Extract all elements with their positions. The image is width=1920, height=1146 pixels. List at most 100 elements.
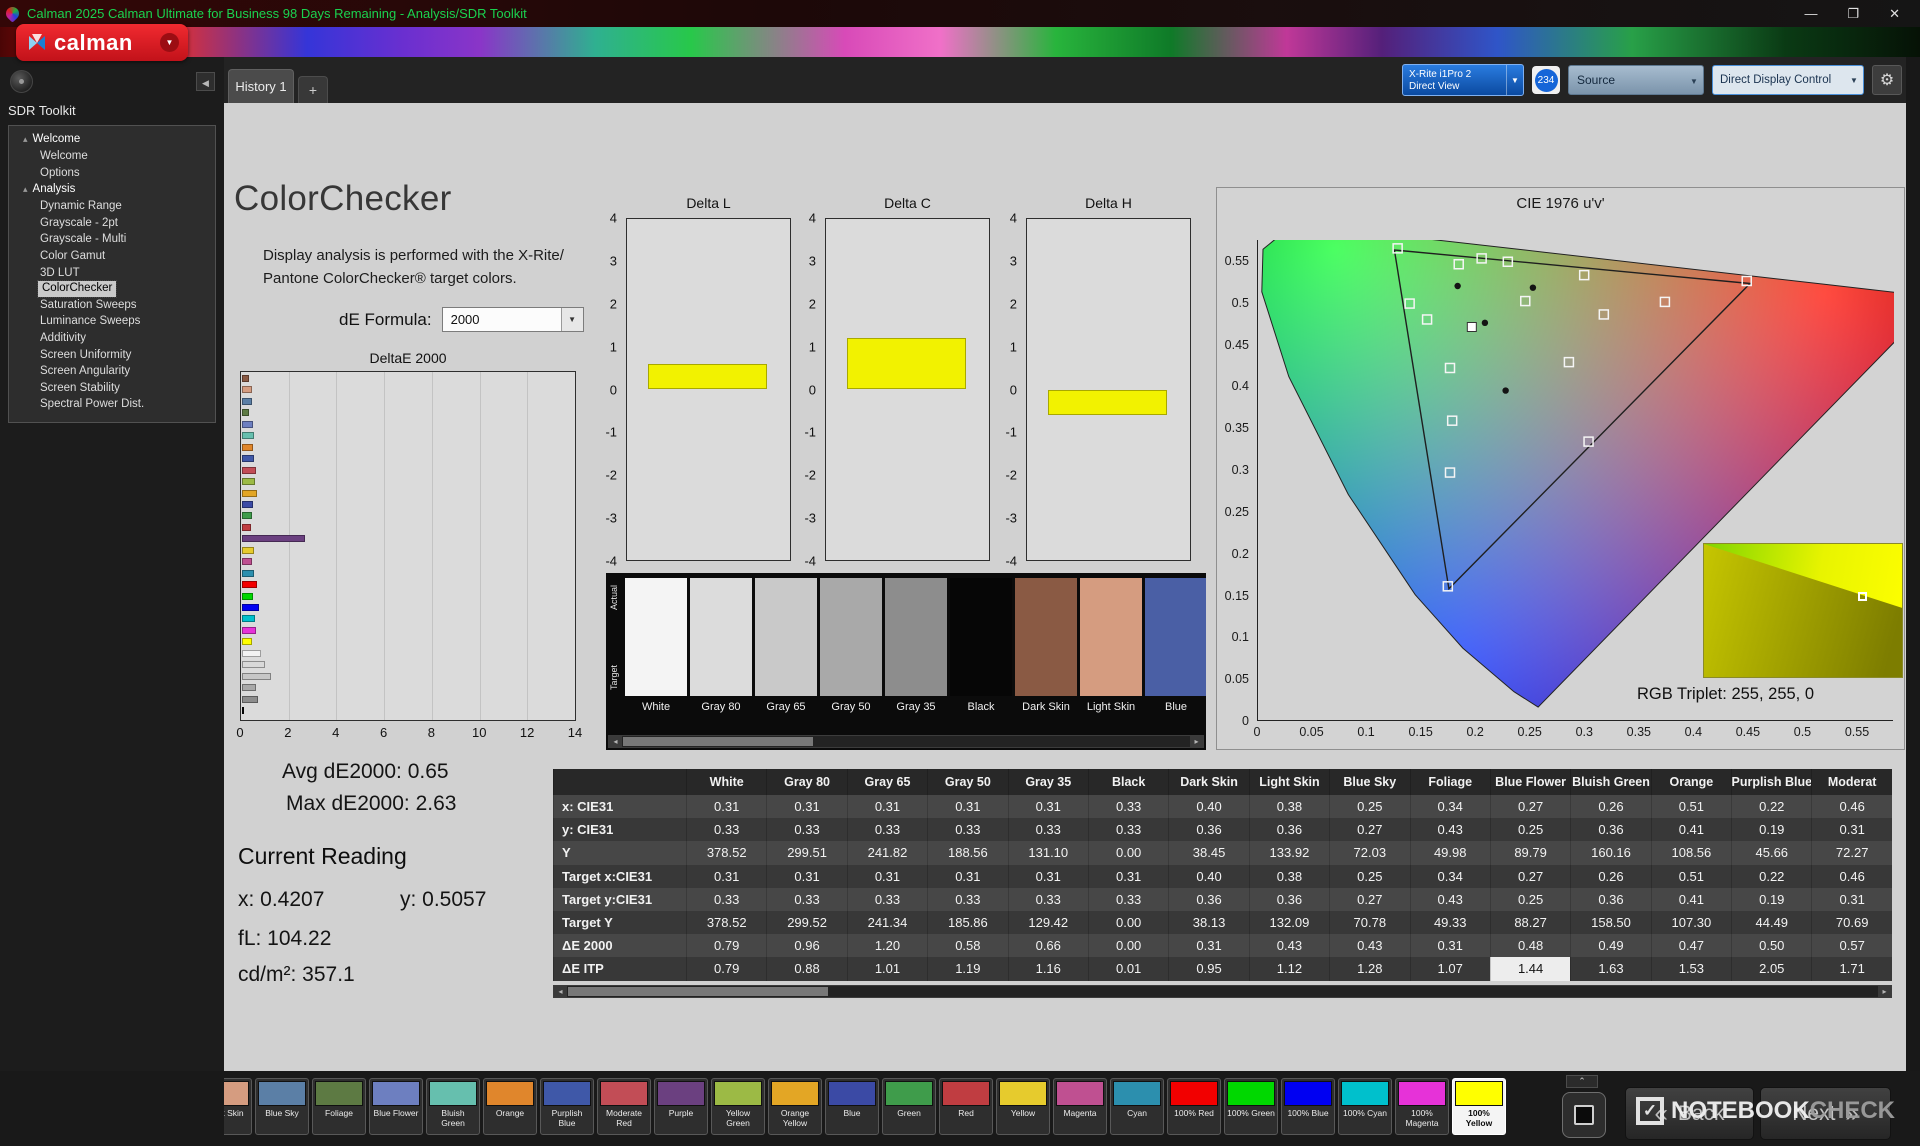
scrollbar-thumb[interactable]: [568, 987, 828, 996]
sidebar-item-dynamic-range[interactable]: Dynamic Range: [9, 198, 215, 215]
patch-label: Purple: [668, 1108, 694, 1118]
expand-patch-bar-button[interactable]: [1566, 1075, 1598, 1088]
table-cell: 0.41: [1650, 818, 1732, 842]
sidebar-item-color-gamut[interactable]: Color Gamut: [9, 248, 215, 265]
sidebar-item-screen-uniformity[interactable]: Screen Uniformity: [9, 347, 215, 364]
table-cell: 1.19: [927, 957, 1008, 981]
close-button[interactable]: ✕: [1889, 6, 1900, 22]
table-cell: 0.33: [686, 818, 767, 842]
gridline: [384, 372, 386, 720]
table-cell: 1.53: [1650, 957, 1732, 981]
minimize-button[interactable]: —: [1804, 6, 1817, 22]
table-cell: 0.31: [1409, 934, 1490, 958]
sidebar-tree: WelcomeWelcomeOptionsAnalysisDynamic Ran…: [8, 125, 216, 423]
logo-menu-caret-icon[interactable]: [160, 33, 179, 52]
table-cell: 2.05: [1731, 957, 1812, 981]
table-cell: 0.43: [1329, 934, 1410, 958]
stop-pattern-button[interactable]: [1562, 1092, 1606, 1138]
add-tab-button[interactable]: +: [298, 76, 328, 103]
patch-button-foliage[interactable]: Foliage: [312, 1078, 366, 1135]
swatch-scrollbar[interactable]: [608, 735, 1204, 748]
patch-button-cyan[interactable]: Cyan: [1110, 1078, 1164, 1135]
sidebar-item-grayscale-multi[interactable]: Grayscale - Multi: [9, 231, 215, 248]
title-bar: Calman 2025 Calman Ultimate for Business…: [0, 0, 1920, 27]
rgb-preview-marker: [1858, 591, 1868, 601]
de-formula-caret-icon[interactable]: [560, 308, 583, 331]
next-button[interactable]: Next »: [1760, 1087, 1891, 1140]
scrollbar-thumb[interactable]: [623, 737, 813, 746]
patch-button-100-green[interactable]: 100% Green: [1224, 1078, 1278, 1135]
meter-mode: Direct View: [1409, 80, 1460, 92]
table-cell: 0.51: [1650, 864, 1732, 888]
maximize-button[interactable]: ❐: [1847, 6, 1859, 22]
patch-button-100-cyan[interactable]: 100% Cyan: [1338, 1078, 1392, 1135]
patch-button-red[interactable]: Red: [939, 1078, 993, 1135]
display-control-dropdown[interactable]: Direct Display Control: [1712, 65, 1864, 95]
patch-button-100-magenta[interactable]: 100% Magenta: [1395, 1078, 1449, 1135]
column-header-black: Black: [1087, 769, 1169, 795]
table-cell: 0.33: [1007, 818, 1088, 842]
patch-button-100-yellow[interactable]: 100% Yellow: [1452, 1078, 1506, 1135]
sidebar-item-screen-stability[interactable]: Screen Stability: [9, 380, 215, 397]
patch-button-light-skin[interactable]: Light Skin: [224, 1078, 252, 1135]
back-button[interactable]: « Back: [1625, 1087, 1754, 1140]
sidebar-item-spectral-power-dist[interactable]: Spectral Power Dist.: [9, 396, 215, 413]
patch-button-orange-yellow[interactable]: Orange Yellow: [768, 1078, 822, 1135]
session-icon[interactable]: [10, 70, 33, 93]
de-bar-yellow: [242, 546, 255, 554]
sidebar-item-saturation-sweeps[interactable]: Saturation Sweeps: [9, 297, 215, 314]
scroll-right-icon[interactable]: [1190, 736, 1203, 747]
sidebar-item-additivity[interactable]: Additivity: [9, 330, 215, 347]
table-cell: 378.52: [686, 910, 767, 935]
patch-button-purple[interactable]: Purple: [654, 1078, 708, 1135]
table-cell: 1.44: [1489, 957, 1571, 981]
source-dropdown[interactable]: Source: [1568, 65, 1704, 95]
tree-section-welcome[interactable]: Welcome: [9, 131, 215, 148]
patch-button-blue[interactable]: Blue: [825, 1078, 879, 1135]
sidebar-item-luminance-sweeps[interactable]: Luminance Sweeps: [9, 313, 215, 330]
table-cell: 133.92: [1248, 841, 1330, 865]
settings-gear-button[interactable]: [1872, 65, 1902, 95]
sidebar-item-screen-angularity[interactable]: Screen Angularity: [9, 363, 215, 380]
patch-button-magenta[interactable]: Magenta: [1053, 1078, 1107, 1135]
sidebar-item-3d-lut[interactable]: 3D LUT: [9, 265, 215, 282]
sidebar-item-colorchecker[interactable]: ColorChecker: [36, 280, 118, 298]
patch-label: Red: [958, 1108, 974, 1118]
de-formula-dropdown[interactable]: 2000: [441, 307, 584, 332]
sidebar-item-options[interactable]: Options: [9, 165, 215, 182]
table-scrollbar[interactable]: [553, 985, 1892, 998]
sidebar-item-welcome[interactable]: Welcome: [9, 148, 215, 165]
spectrum-strip: [0, 27, 1920, 57]
patch-swatch-gray-35: Gray 35: [885, 578, 947, 730]
patch-button-blue-sky[interactable]: Blue Sky: [255, 1078, 309, 1135]
de-bar-100-cyan: [242, 615, 255, 623]
meter-caret-icon[interactable]: [1506, 65, 1523, 95]
logo-text: calman: [54, 29, 133, 55]
table-cell: 1.20: [846, 934, 928, 958]
scroll-left-icon[interactable]: [554, 986, 567, 997]
patch-button-yellow[interactable]: Yellow: [996, 1078, 1050, 1135]
sidebar-item-grayscale-2pt[interactable]: Grayscale - 2pt: [9, 215, 215, 232]
scroll-left-icon[interactable]: [609, 736, 622, 747]
tab-history-1[interactable]: History 1: [228, 69, 294, 103]
patch-label: Yellow: [1010, 1108, 1036, 1118]
patch-button-moderate-red[interactable]: Moderate Red: [597, 1078, 651, 1135]
patch-button-100-red[interactable]: 100% Red: [1167, 1078, 1221, 1135]
patch-button-yellow-green[interactable]: Yellow Green: [711, 1078, 765, 1135]
sidebar-collapse-button[interactable]: [196, 72, 215, 91]
patch-button-100-blue[interactable]: 100% Blue: [1281, 1078, 1335, 1135]
meter-dropdown[interactable]: X-Rite i1Pro 2 Direct View: [1402, 64, 1524, 96]
table-cell: 0.26: [1570, 795, 1651, 819]
reading-x: x: 0.4207: [238, 888, 325, 911]
patch-button-green[interactable]: Green: [882, 1078, 936, 1135]
patch-button-purplish-blue[interactable]: Purplish Blue: [540, 1078, 594, 1135]
scroll-right-icon[interactable]: [1878, 986, 1891, 997]
cie-yaxis: 0 0.05 0.1 0.15 0.2 0.25 0.3 0.35 0.4 0.45 0.5 0.55: [1224, 253, 1249, 728]
table-cell: 0.31: [1168, 934, 1249, 958]
calman-logo-button[interactable]: calman: [16, 24, 188, 61]
patch-button-bluish-green[interactable]: Bluish Green: [426, 1078, 480, 1135]
deltae-chart-xaxis: 0 2 4 6 8 10 12 14: [236, 725, 583, 740]
tree-section-analysis[interactable]: Analysis: [9, 181, 215, 198]
patch-button-orange[interactable]: Orange: [483, 1078, 537, 1135]
patch-button-blue-flower[interactable]: Blue Flower: [369, 1078, 423, 1135]
